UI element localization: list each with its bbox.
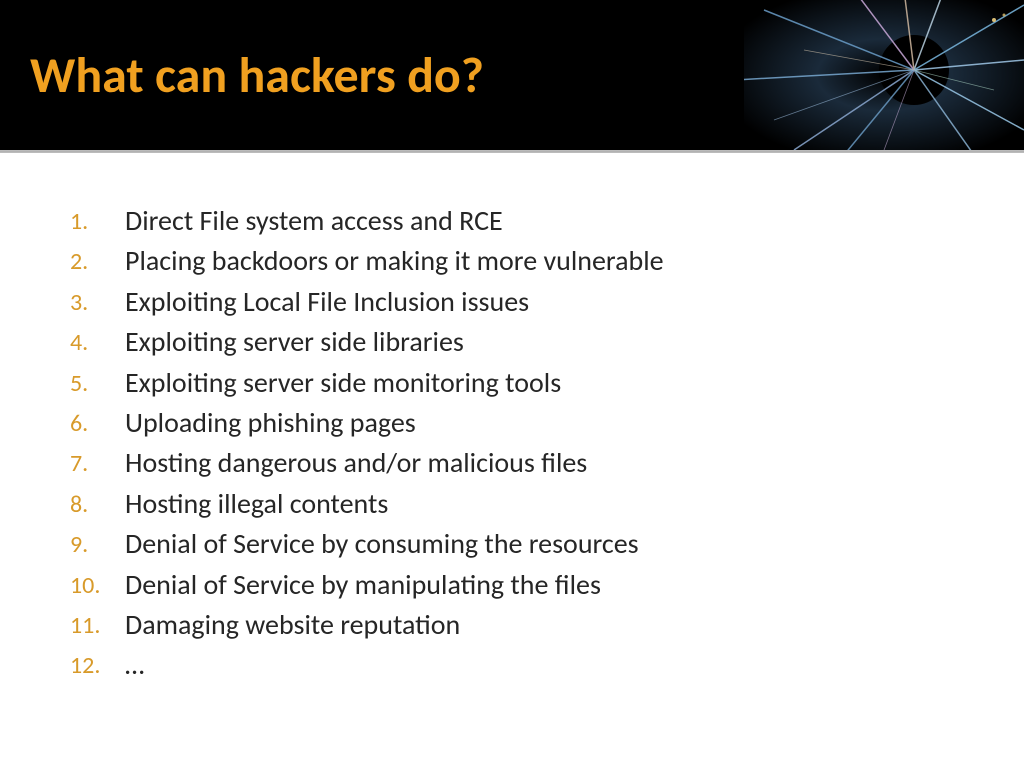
list-item: Damaging website reputation xyxy=(70,607,964,643)
list-item: … xyxy=(70,647,964,683)
list-item: Hosting dangerous and/or malicious files xyxy=(70,445,964,481)
numbered-list: Direct File system access and RCE Placin… xyxy=(70,203,964,684)
list-item: Placing backdoors or making it more vuln… xyxy=(70,243,964,279)
slide-title: What can hackers do? xyxy=(30,45,484,106)
list-item: Exploiting server side libraries xyxy=(70,324,964,360)
list-item: Hosting illegal contents xyxy=(70,486,964,522)
shattered-glass-image xyxy=(744,0,1024,150)
shatter-icon xyxy=(744,0,1024,150)
list-item: Exploiting server side monitoring tools xyxy=(70,365,964,401)
list-item: Uploading phishing pages xyxy=(70,405,964,441)
list-item: Denial of Service by manipulating the fi… xyxy=(70,567,964,603)
list-item: Direct File system access and RCE xyxy=(70,203,964,239)
slide-header: What can hackers do? xyxy=(0,0,1024,150)
list-item: Exploiting Local File Inclusion issues xyxy=(70,284,964,320)
list-item: Denial of Service by consuming the resou… xyxy=(70,526,964,562)
slide-content: Direct File system access and RCE Placin… xyxy=(0,153,1024,728)
